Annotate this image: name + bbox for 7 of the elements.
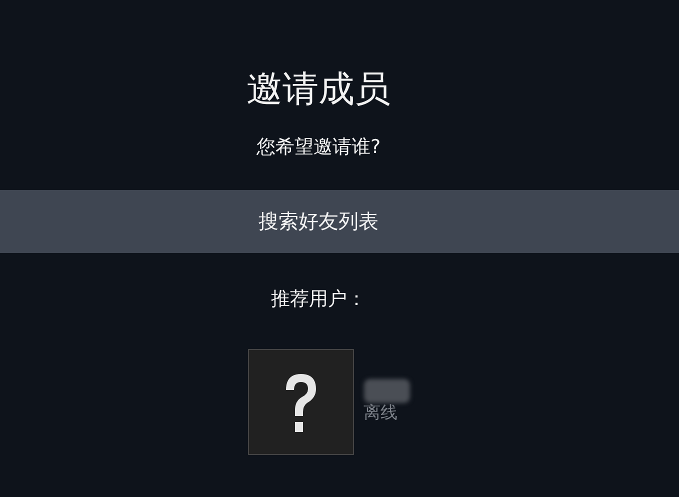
avatar-placeholder-icon[interactable] <box>248 349 354 455</box>
blurred-username <box>364 379 410 403</box>
user-status: 离线 <box>364 402 398 424</box>
recommended-label: 推荐用户： <box>271 287 366 312</box>
dialog-title: 邀请成员 <box>246 68 390 112</box>
search-friends-button[interactable]: 搜索好友列表 <box>0 190 679 253</box>
invite-question: 您希望邀请谁? <box>256 135 381 160</box>
